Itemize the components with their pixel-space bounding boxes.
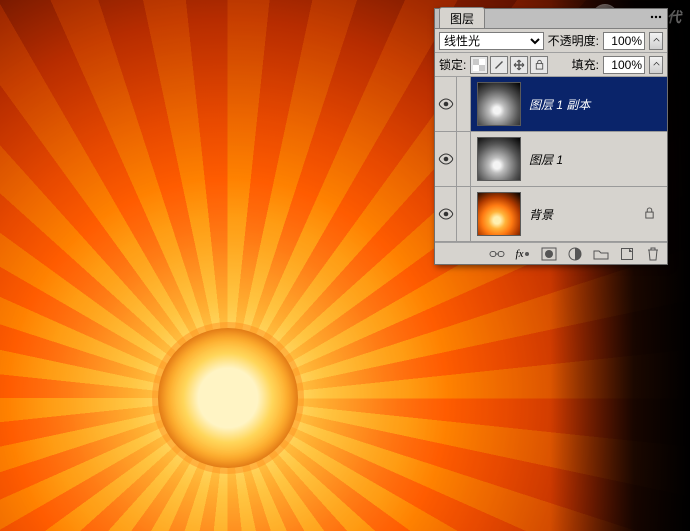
fill-input[interactable] xyxy=(603,56,645,74)
lock-buttons xyxy=(470,56,548,74)
fx-icon[interactable]: fx xyxy=(513,246,533,262)
layers-list: 图层 1 副本图层 1 背景 xyxy=(435,77,667,242)
layers-panel: 图层 正常溶解变暗正片叠底颜色加深线性加深变亮滤色颜色减淡线性减淡叠加柔光强光亮… xyxy=(434,8,668,265)
layer-thumbnail[interactable] xyxy=(477,137,521,181)
blend-mode-select[interactable]: 正常溶解变暗正片叠底颜色加深线性加深变亮滤色颜色减淡线性减淡叠加柔光强光亮光线性… xyxy=(439,32,544,50)
link-column[interactable] xyxy=(457,187,471,241)
blend-opacity-row: 正常溶解变暗正片叠底颜色加深线性加深变亮滤色颜色减淡线性减淡叠加柔光强光亮光线性… xyxy=(435,29,667,53)
lock-position-button[interactable] xyxy=(510,56,528,74)
lock-pixels-button[interactable] xyxy=(490,56,508,74)
panel-footer: fx xyxy=(435,242,667,264)
link-column[interactable] xyxy=(457,77,471,131)
panel-menu-button[interactable] xyxy=(649,11,663,23)
lock-all-button[interactable] xyxy=(530,56,548,74)
layer-main[interactable]: 图层 1 xyxy=(471,132,667,186)
opacity-label: 不透明度: xyxy=(548,32,599,49)
layer-main[interactable]: 背景 xyxy=(471,187,667,241)
fill-stepper[interactable] xyxy=(649,56,663,74)
layer-thumbnail[interactable] xyxy=(477,192,521,236)
lock-fill-row: 锁定: 填充: xyxy=(435,53,667,77)
opacity-stepper[interactable] xyxy=(649,32,663,50)
fill-label: 填充: xyxy=(572,56,599,73)
tab-layers[interactable]: 图层 xyxy=(439,7,485,28)
link-column[interactable] xyxy=(457,132,471,186)
adjustment-layer-icon[interactable] xyxy=(565,246,585,262)
visibility-toggle[interactable] xyxy=(435,132,457,186)
new-layer-icon[interactable] xyxy=(617,246,637,262)
layer-name-label[interactable]: 图层 1 xyxy=(529,151,563,168)
panel-tabbar: 图层 xyxy=(435,9,667,29)
lock-label: 锁定: xyxy=(439,56,466,73)
link-layers-icon[interactable] xyxy=(487,246,507,262)
layer-name-label[interactable]: 图层 1 副本 xyxy=(529,96,590,113)
visibility-toggle[interactable] xyxy=(435,77,457,131)
lock-transparency-button[interactable] xyxy=(470,56,488,74)
layer-row[interactable]: 背景 xyxy=(435,187,667,242)
visibility-toggle[interactable] xyxy=(435,187,457,241)
layer-thumbnail[interactable] xyxy=(477,82,521,126)
layer-row[interactable]: 图层 1 副本 xyxy=(435,77,667,132)
layer-name-label[interactable]: 背景 xyxy=(529,206,553,223)
delete-layer-icon[interactable] xyxy=(643,246,663,262)
add-mask-icon[interactable] xyxy=(539,246,559,262)
layer-main[interactable]: 图层 1 副本 xyxy=(471,77,667,131)
lock-icon xyxy=(644,207,655,222)
group-icon[interactable] xyxy=(591,246,611,262)
opacity-input[interactable] xyxy=(603,32,645,50)
layer-row[interactable]: 图层 1 xyxy=(435,132,667,187)
